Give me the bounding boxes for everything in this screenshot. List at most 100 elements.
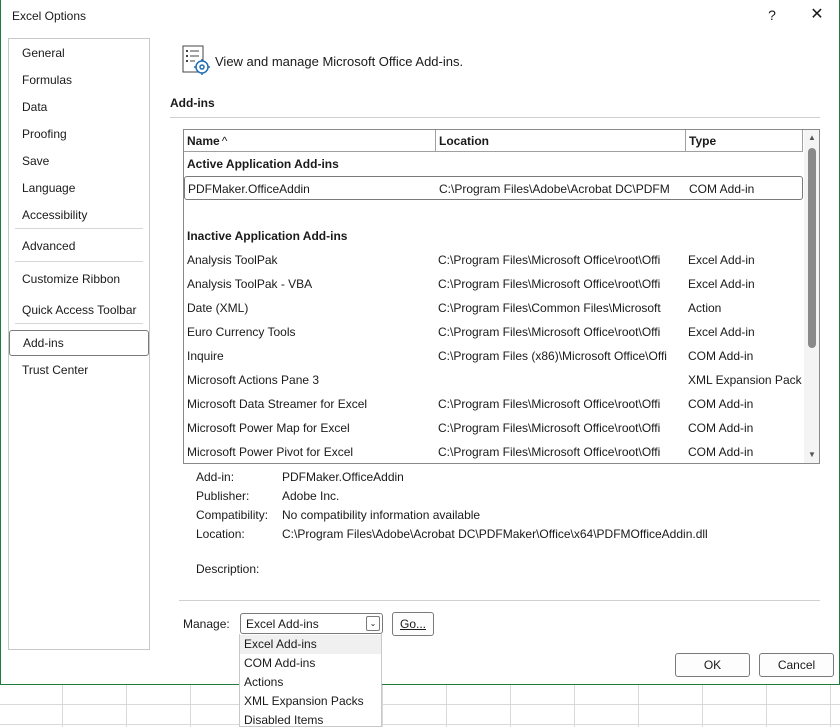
header-text: View and manage Microsoft Office Add-ins… xyxy=(215,54,464,69)
table-row[interactable]: Euro Currency Tools C:\Program Files\Mic… xyxy=(184,320,804,344)
scroll-thumb[interactable] xyxy=(808,148,816,348)
row-type: XML Expansion Pack xyxy=(688,373,802,387)
dropdown-option-actions[interactable]: Actions xyxy=(240,673,381,692)
nav-item-data[interactable]: Data xyxy=(22,100,47,114)
table-row[interactable]: Inquire C:\Program Files (x86)\Microsoft… xyxy=(184,344,804,368)
location-value: C:\Program Files\Adobe\Acrobat DC\PDFMak… xyxy=(282,527,708,541)
options-nav: General Formulas Data Proofing Save Lang… xyxy=(8,38,150,650)
nav-item-trust-center[interactable]: Trust Center xyxy=(22,363,88,377)
bottom-divider xyxy=(179,600,820,601)
scroll-down-icon[interactable]: ▼ xyxy=(804,447,819,463)
nav-divider xyxy=(15,323,143,324)
spreadsheet-background xyxy=(0,684,840,727)
nav-divider xyxy=(15,228,143,229)
nav-item-advanced[interactable]: Advanced xyxy=(22,239,75,253)
close-icon[interactable]: ✕ xyxy=(805,4,829,26)
row-type: Excel Add-in xyxy=(688,253,755,267)
nav-item-quick-access-toolbar[interactable]: Quick Access Toolbar xyxy=(22,303,137,317)
compatibility-label: Compatibility: xyxy=(196,508,269,522)
row-name: Microsoft Power Pivot for Excel xyxy=(187,445,354,459)
row-type: COM Add-in xyxy=(688,445,754,459)
section-title: Add-ins xyxy=(170,96,215,110)
row-name: Analysis ToolPak - VBA xyxy=(187,277,313,291)
row-location: C:\Program Files\Adobe\Acrobat DC\PDFM xyxy=(439,182,670,196)
row-name: Microsoft Actions Pane 3 xyxy=(187,373,320,387)
section-divider xyxy=(170,117,820,118)
nav-item-language[interactable]: Language xyxy=(22,181,75,195)
description-label: Description: xyxy=(196,562,260,576)
ok-button[interactable]: OK xyxy=(675,653,750,677)
row-location: C:\Program Files\Common Files\Microsoft xyxy=(438,301,661,315)
list-scrollbar[interactable]: ▲ ▼ xyxy=(804,130,819,463)
group-header-active: Active Application Add-ins xyxy=(184,152,804,176)
table-row[interactable]: Microsoft Actions Pane 3 XML Expansion P… xyxy=(184,368,804,392)
row-location: C:\Program Files\Microsoft Office\root\O… xyxy=(438,325,661,339)
manage-select-value: Excel Add-ins xyxy=(246,617,319,631)
row-name: Euro Currency Tools xyxy=(187,325,296,339)
nav-item-formulas[interactable]: Formulas xyxy=(22,73,72,87)
dropdown-option-disabled-items[interactable]: Disabled Items xyxy=(240,711,381,727)
row-type: COM Add-in xyxy=(688,349,754,363)
row-location: C:\Program Files (x86)\Microsoft Office\… xyxy=(438,349,667,363)
row-location: C:\Program Files\Microsoft Office\root\O… xyxy=(438,253,661,267)
nav-item-general[interactable]: General xyxy=(22,46,65,60)
group-label: Active Application Add-ins xyxy=(187,157,339,171)
table-row[interactable]: PDFMaker.OfficeAddin C:\Program Files\Ad… xyxy=(184,176,803,200)
group-header-inactive: Inactive Application Add-ins xyxy=(184,224,804,248)
row-location: C:\Program Files\Microsoft Office\root\O… xyxy=(438,445,661,459)
column-header-name[interactable]: Name ^ xyxy=(184,130,436,152)
manage-select[interactable]: Excel Add-ins ⌄ xyxy=(240,613,383,634)
row-type: COM Add-in xyxy=(688,397,754,411)
nav-item-accessibility[interactable]: Accessibility xyxy=(22,208,87,222)
help-button[interactable]: ? xyxy=(761,4,783,26)
row-location: C:\Program Files\Microsoft Office\root\O… xyxy=(438,397,661,411)
column-header-type[interactable]: Type xyxy=(686,130,803,152)
addin-value: PDFMaker.OfficeAddin xyxy=(282,470,404,484)
column-header-name-label: Name xyxy=(187,134,220,148)
dialog-title: Excel Options xyxy=(12,9,87,23)
cancel-button[interactable]: Cancel xyxy=(759,653,834,677)
row-type: Excel Add-in xyxy=(688,325,755,339)
chevron-down-icon[interactable]: ⌄ xyxy=(366,616,380,631)
table-row[interactable]: Microsoft Power Pivot for Excel C:\Progr… xyxy=(184,440,804,463)
nav-item-save[interactable]: Save xyxy=(22,154,49,168)
row-name: Date (XML) xyxy=(187,301,249,315)
publisher-value: Adobe Inc. xyxy=(282,489,340,503)
dropdown-option-xml-expansion-packs[interactable]: XML Expansion Packs xyxy=(240,692,381,711)
sort-indicator-icon: ^ xyxy=(221,134,228,148)
addins-gear-icon xyxy=(182,45,210,75)
nav-item-customize-ribbon[interactable]: Customize Ribbon xyxy=(22,272,120,286)
nav-item-add-ins[interactable]: Add-ins xyxy=(9,330,149,356)
excel-options-dialog: Excel Options ? ✕ General Formulas Data … xyxy=(0,0,840,685)
addins-list[interactable]: Name ^ Location Type Active Application A… xyxy=(183,129,820,464)
table-row[interactable]: Microsoft Data Streamer for Excel C:\Pro… xyxy=(184,392,804,416)
table-row[interactable]: Date (XML) C:\Program Files\Common Files… xyxy=(184,296,804,320)
row-name: Analysis ToolPak xyxy=(187,253,278,267)
go-button-label: Go... xyxy=(399,617,426,631)
publisher-label: Publisher: xyxy=(196,489,250,503)
go-button[interactable]: Go... xyxy=(392,612,434,636)
table-row[interactable]: Analysis ToolPak C:\Program Files\Micros… xyxy=(184,248,804,272)
manage-label: Manage: xyxy=(183,617,230,631)
row-type: Excel Add-in xyxy=(688,277,755,291)
column-header-location[interactable]: Location xyxy=(436,130,686,152)
dropdown-option-com-add-ins[interactable]: COM Add-ins xyxy=(240,654,381,673)
manage-dropdown-list[interactable]: Excel Add-ins COM Add-ins Actions XML Ex… xyxy=(239,634,382,727)
scroll-up-icon[interactable]: ▲ xyxy=(804,130,819,146)
row-type: COM Add-in xyxy=(688,421,754,435)
group-label: Inactive Application Add-ins xyxy=(187,229,348,243)
row-name: PDFMaker.OfficeAddin xyxy=(188,182,310,196)
location-label: Location: xyxy=(196,527,245,541)
nav-item-proofing[interactable]: Proofing xyxy=(22,127,67,141)
nav-divider xyxy=(15,261,143,262)
dropdown-option-excel-add-ins[interactable]: Excel Add-ins xyxy=(240,635,381,654)
row-name: Inquire xyxy=(187,349,224,363)
row-name: Microsoft Data Streamer for Excel xyxy=(187,397,368,411)
row-location: C:\Program Files\Microsoft Office\root\O… xyxy=(438,421,661,435)
row-name: Microsoft Power Map for Excel xyxy=(187,421,350,435)
row-type: Action xyxy=(688,301,722,315)
compatibility-value: No compatibility information available xyxy=(282,508,481,522)
row-type: COM Add-in xyxy=(689,182,755,196)
table-row[interactable]: Analysis ToolPak - VBA C:\Program Files\… xyxy=(184,272,804,296)
table-row[interactable]: Microsoft Power Map for Excel C:\Program… xyxy=(184,416,804,440)
